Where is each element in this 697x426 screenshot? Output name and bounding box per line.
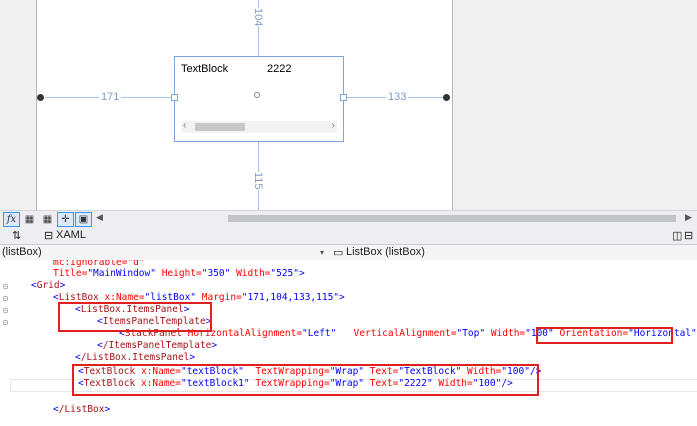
scope-right-dropdown[interactable]: ListBox (listBox) — [346, 246, 425, 258]
designer-toolbar: fx ▦ ▦ ✛ ▣ ◀ ▶ — [0, 210, 697, 227]
center-handle[interactable] — [254, 92, 260, 98]
resize-handle-left[interactable] — [171, 94, 178, 101]
split-horizontal-icon[interactable]: ⊟ — [684, 229, 693, 242]
chevron-down-icon[interactable]: ▾ — [320, 248, 324, 257]
scroll-right-icon[interactable]: ▶ — [685, 212, 692, 223]
scope-left-dropdown[interactable]: (listBox) — [2, 246, 42, 258]
listbox-preview[interactable]: TextBlock 2222 ‹ › — [174, 56, 344, 142]
grid-small-icon[interactable]: ▦ — [21, 212, 38, 227]
grid-large-icon[interactable]: ▦ — [39, 212, 56, 227]
xaml-code-editor[interactable]: ⊟ ⊟ ⊟ ⊟ mc:Ignorable="d" Title="MainWind… — [0, 260, 697, 426]
window-right-edge — [452, 0, 453, 210]
editor-nav-bar: (listBox) ▾ ▭ ListBox (listBox) — [0, 244, 697, 261]
code-line: </ListBox> — [53, 404, 111, 415]
scroll-left-icon[interactable]: ‹ — [183, 120, 186, 131]
scroll-left-icon[interactable]: ◀ — [96, 212, 103, 223]
left-anchor-icon[interactable] — [37, 94, 44, 101]
split-view-icon[interactable]: ◫ — [672, 229, 682, 242]
highlight-box-textblocks — [72, 364, 539, 396]
margin-top-label: 104 — [252, 8, 264, 27]
right-anchor-icon[interactable] — [443, 94, 450, 101]
tab-xaml[interactable]: XAML — [56, 229, 86, 241]
swap-panes-button[interactable]: ⇅ — [12, 229, 21, 242]
editor-tab-bar: ⇅ ⊟ XAML ◫ ⊟ — [0, 227, 697, 244]
fold-icon[interactable]: ⊟ — [3, 318, 11, 327]
listbox-class-icon: ▭ — [333, 247, 344, 259]
designer-margin-left — [0, 0, 36, 210]
margin-left-label: 171 — [99, 91, 122, 103]
code-line: <Grid> — [31, 280, 66, 291]
fold-icon[interactable]: ⊟ — [3, 282, 11, 291]
scroll-thumb[interactable] — [195, 123, 245, 131]
designer-hscroll-thumb[interactable] — [228, 215, 676, 222]
fold-icon[interactable]: ⊟ — [3, 294, 11, 303]
fold-icon[interactable]: ⊟ — [3, 306, 11, 315]
margin-right-label: 133 — [386, 91, 409, 103]
snap-lines-icon[interactable]: ✛ — [57, 212, 74, 227]
highlight-box-orientation — [536, 327, 673, 344]
code-line: </ItemsPanelTemplate> — [97, 340, 218, 351]
code-line: Title="MainWindow" Height="350" Width="5… — [53, 268, 305, 279]
margin-bottom-label: 115 — [252, 172, 264, 190]
resize-handle-right[interactable] — [340, 94, 347, 101]
designer-margin-right — [452, 0, 697, 210]
code-line: </ListBox.ItemsPanel> — [75, 352, 196, 363]
listbox-item-2222: 2222 — [267, 63, 292, 75]
highlight-box-itemspanel — [58, 302, 212, 332]
xaml-doc-icon: ⊟ — [44, 230, 54, 242]
listbox-item-textblock: TextBlock — [181, 63, 229, 75]
listbox-horizontal-scrollbar[interactable]: ‹ › — [181, 120, 337, 133]
fx-button[interactable]: fx — [3, 212, 20, 227]
snap-grid-icon[interactable]: ▣ — [75, 212, 92, 227]
design-surface[interactable]: 104 115 171 133 TextBlock 2222 ‹ › — [0, 0, 697, 210]
window-left-edge — [36, 0, 37, 210]
scroll-right-icon[interactable]: › — [332, 120, 335, 131]
